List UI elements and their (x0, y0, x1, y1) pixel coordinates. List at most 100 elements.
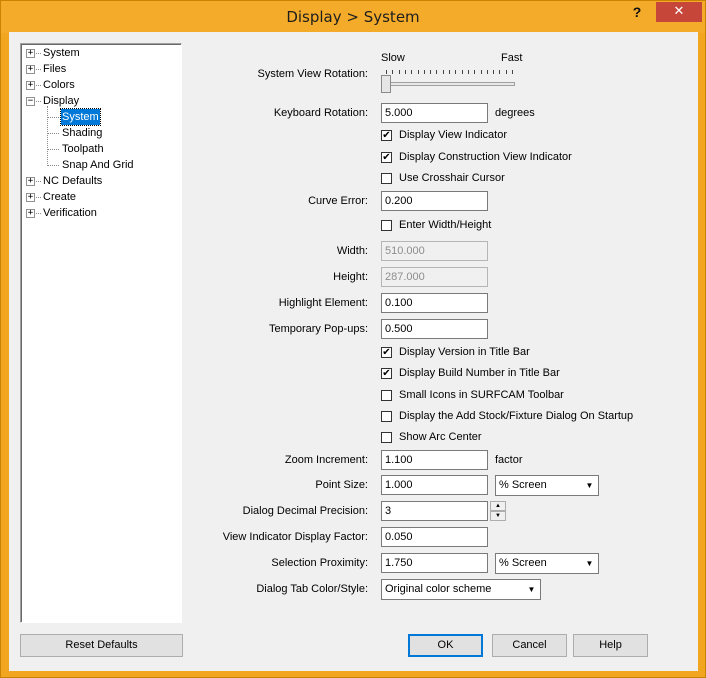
tree-connector (47, 149, 59, 150)
temporary-popups-input[interactable]: 0.500 (381, 319, 488, 339)
tree-node[interactable]: System (21, 108, 179, 126)
keyboard-rotation-label: Keyboard Rotation: (273, 107, 368, 119)
curve-error-input[interactable]: 0.200 (381, 191, 488, 211)
tree-connector (47, 133, 59, 134)
slider-tick (436, 70, 438, 74)
slider-thumb[interactable] (381, 75, 391, 93)
slider-tick (480, 70, 482, 74)
expand-icon[interactable]: + (26, 81, 35, 90)
tree-node-label: Snap And Grid (62, 159, 134, 171)
expand-icon[interactable]: + (26, 65, 35, 74)
keyboard-rotation-input[interactable]: 5.000 (381, 103, 488, 123)
help-button[interactable]: Help (573, 634, 648, 657)
slider-tick (486, 70, 488, 74)
selection-proximity-input[interactable]: 1.750 (381, 553, 488, 573)
tree-node-label: Colors (43, 79, 75, 91)
tree-node[interactable]: + NC Defaults (21, 173, 179, 189)
expand-icon[interactable]: + (26, 49, 35, 58)
checkbox-box (381, 173, 392, 184)
checkbox-box (381, 432, 392, 443)
zoom-increment-input[interactable]: 1.100 (381, 450, 488, 470)
point-size-input[interactable]: 1.000 (381, 475, 488, 495)
window-title: Display > System (286, 8, 420, 26)
collapse-icon[interactable]: − (26, 97, 35, 106)
slider-tick (461, 70, 463, 74)
highlight-element-label: Highlight Element: (278, 297, 368, 309)
slider-max-label: Fast (501, 52, 523, 64)
slider-tick (512, 70, 513, 74)
tree-node[interactable]: + Files (21, 61, 179, 77)
reset-defaults-button[interactable]: Reset Defaults (20, 634, 183, 657)
spin-up-button[interactable]: ▲ (490, 501, 506, 511)
tree-connector (36, 213, 41, 214)
tree-connector (36, 197, 41, 198)
expand-icon[interactable]: + (26, 209, 35, 218)
spin-down-button[interactable]: ▼ (490, 511, 506, 521)
tree-node[interactable]: Toolpath (21, 141, 179, 157)
checkbox-label: Show Arc Center (399, 431, 482, 443)
tree-connector (47, 106, 48, 166)
dialog-window: Display > System ? ✕ + System + Files + Color… (0, 0, 706, 678)
checkbox-label: Enter Width/Height (399, 219, 492, 231)
tree-node[interactable]: Shading (21, 125, 179, 141)
checkbox-box: ✔ (381, 151, 392, 163)
ok-button[interactable]: OK (408, 634, 483, 657)
width-label: Width: (336, 245, 368, 257)
height-label: Height: (333, 271, 368, 283)
point-size-unit-dropdown[interactable]: % Screen ▼ (495, 475, 599, 496)
slider-tick (417, 70, 419, 74)
expand-icon[interactable]: + (26, 177, 35, 186)
highlight-element-input[interactable]: 0.100 (381, 293, 488, 313)
dialog-decimal-precision-input[interactable]: 3 (381, 501, 488, 521)
tree-connector (36, 181, 41, 182)
dialog-tab-color-dropdown[interactable]: Original color scheme ▼ (381, 579, 541, 600)
checkbox-box (381, 389, 392, 401)
slider-tick (442, 70, 444, 74)
system-view-rotation-label: System View Rotation: (257, 68, 368, 80)
dropdown-value: Original color scheme (385, 583, 492, 595)
zoom-increment-unit: factor (495, 454, 523, 466)
tree-node[interactable]: Snap And Grid (21, 157, 179, 173)
tree-node-label: Verification (43, 207, 97, 219)
checkbox-box (381, 410, 392, 422)
tree-node[interactable]: − Display (21, 93, 179, 109)
height-input: 287.000 (381, 267, 488, 287)
tree-node[interactable]: + Colors (21, 77, 179, 93)
slider-tick (474, 70, 476, 74)
view-indicator-display-factor-label: View Indicator Display Factor: (222, 531, 368, 543)
tree-node[interactable]: + Create (21, 189, 179, 205)
temporary-popups-label: Temporary Pop-ups: (268, 323, 368, 335)
view-indicator-display-factor-input[interactable]: 0.050 (381, 527, 488, 547)
checkbox-label: Display Construction View Indicator (399, 150, 572, 163)
point-size-label: Point Size: (315, 479, 368, 491)
slider-tick (404, 70, 406, 74)
expand-icon[interactable]: + (26, 193, 35, 202)
slider-tick (398, 70, 400, 74)
selection-proximity-unit-dropdown[interactable]: % Screen ▼ (495, 553, 599, 574)
slider-tick (392, 70, 394, 74)
tree-connector (47, 117, 59, 118)
tree-node[interactable]: + System (21, 45, 179, 61)
title-bar[interactable]: Display > System ? ✕ (1, 1, 705, 33)
tree-node-label: System (43, 47, 80, 59)
selection-proximity-label: Selection Proximity: (271, 557, 368, 569)
slider-track[interactable] (383, 82, 515, 86)
tree-node-label: Create (43, 191, 77, 203)
checkbox-label: Display View Indicator (399, 129, 508, 141)
slider-tick (411, 70, 413, 74)
cancel-button[interactable]: Cancel (492, 634, 567, 657)
help-titlebar-button[interactable]: ? (629, 4, 645, 24)
checkbox-box (381, 220, 392, 231)
chevron-down-icon: ▼ (582, 477, 597, 494)
tree-connector (36, 53, 41, 54)
tree-connector (47, 165, 59, 166)
slider-tick (505, 70, 507, 74)
tree-node-label: Files (43, 63, 67, 75)
slider-tick (386, 70, 387, 74)
slider-tick (455, 70, 457, 74)
checkbox-label: Display the Add Stock/Fixture Dialog On … (399, 409, 634, 422)
close-button[interactable]: ✕ (656, 2, 702, 22)
category-tree[interactable]: + System + Files + Colors − Display System Shadin… (20, 43, 182, 623)
tree-node[interactable]: + Verification (21, 205, 179, 221)
zoom-increment-label: Zoom Increment: (284, 454, 368, 466)
